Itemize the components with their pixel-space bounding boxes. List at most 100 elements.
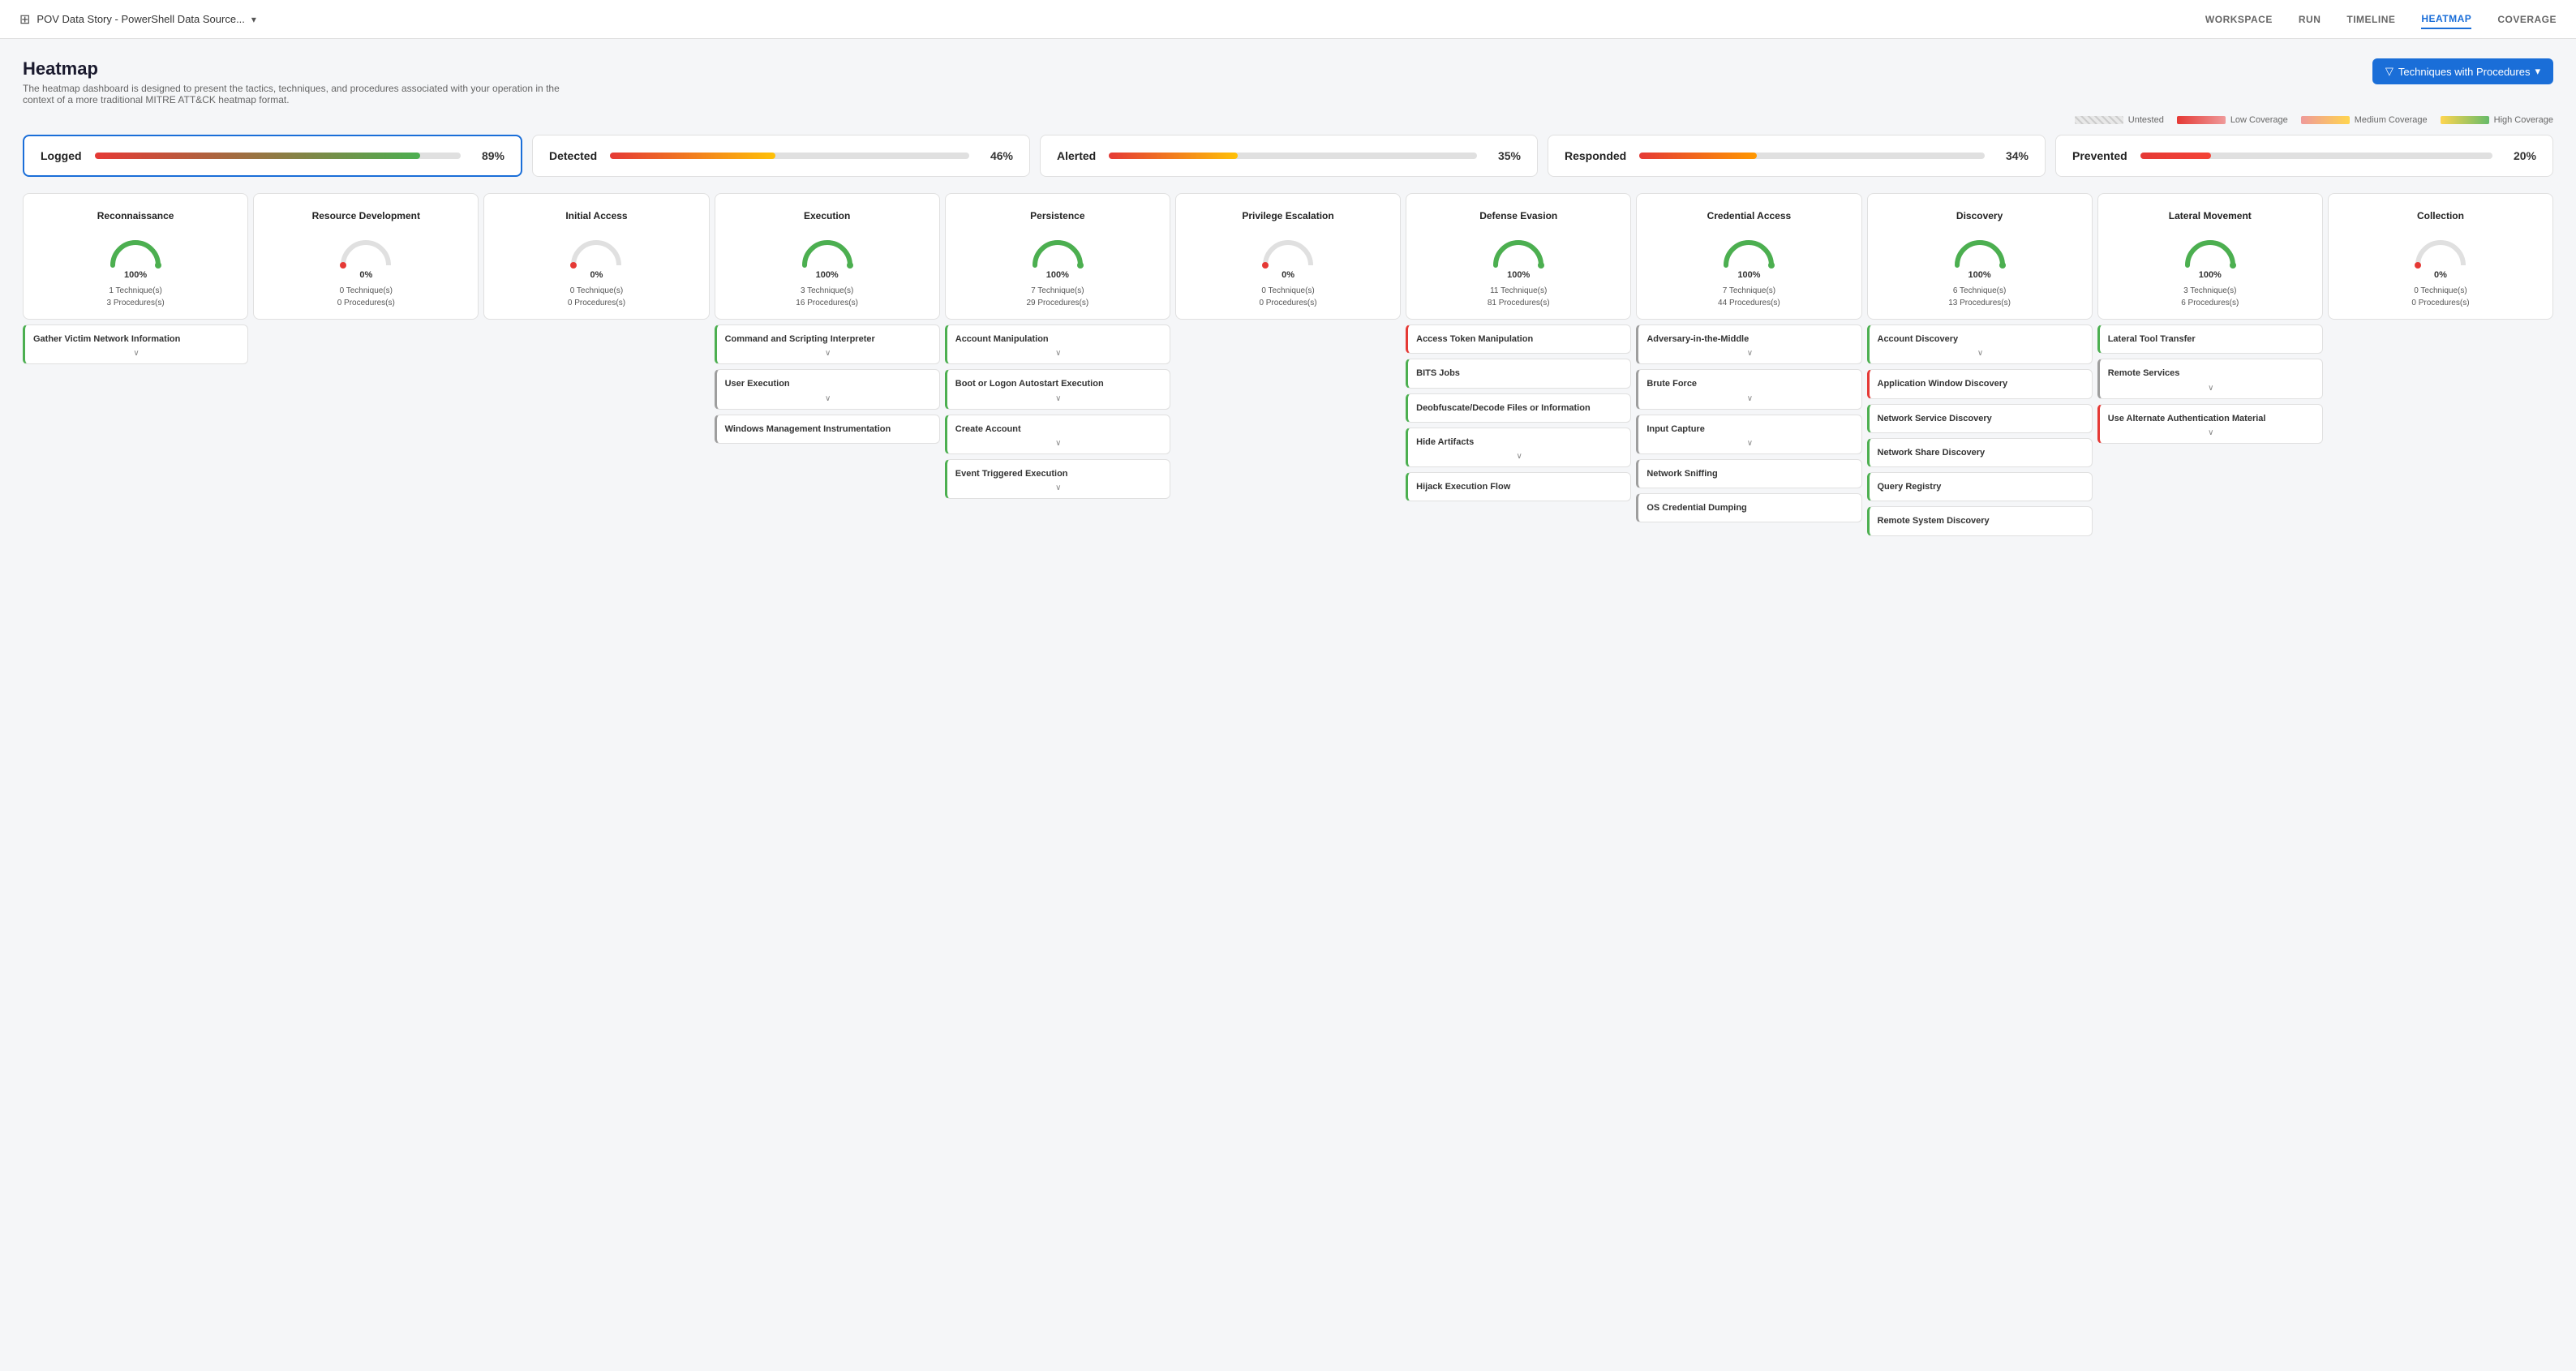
technique-card-4[interactable]: OS Credential Dumping	[1636, 493, 1861, 522]
tactic-col-discovery: Discovery 100% 6 Technique(s) 13 Procedu…	[1867, 193, 2093, 536]
technique-card-name: Lateral Tool Transfer	[2108, 333, 2314, 345]
technique-card-1[interactable]: Boot or Logon Autostart Execution ∨	[945, 369, 1170, 409]
tactic-header-6: Defense Evasion 100% 11 Technique(s) 81 …	[1406, 193, 1631, 320]
technique-chevron-icon[interactable]: ∨	[725, 393, 931, 404]
technique-chevron-icon[interactable]: ∨	[1878, 348, 2084, 359]
coverage-bar-track	[1109, 153, 1477, 159]
gauge-container: 100%	[2108, 238, 2312, 280]
coverage-card-label: Alerted	[1057, 149, 1096, 162]
technique-card-1[interactable]: Application Window Discovery	[1867, 369, 2093, 398]
legend-untested: Untested	[2075, 115, 2164, 125]
legend-low: Low Coverage	[2177, 115, 2288, 125]
tactic-stats: 0 Technique(s) 0 Procedures(s)	[1186, 285, 1390, 309]
gauge-container: 0%	[1186, 238, 1390, 280]
tactic-col-lateral-movement: Lateral Movement 100% 3 Technique(s) 6 P…	[2097, 193, 2323, 536]
coverage-bar-fill	[2140, 153, 2211, 159]
technique-card-4[interactable]: Query Registry	[1867, 472, 2093, 501]
gauge-container: 0%	[2338, 238, 2543, 280]
tactic-name: Persistence	[955, 204, 1160, 230]
technique-card-0[interactable]: Gather Victim Network Information ∨	[23, 324, 248, 364]
technique-chevron-icon[interactable]: ∨	[33, 348, 239, 359]
tactic-stats: 7 Technique(s) 29 Procedures(s)	[955, 285, 1160, 309]
app-title-area[interactable]: ⊞ POV Data Story - PowerShell Data Sourc…	[19, 11, 256, 28]
tactic-stats: 11 Technique(s) 81 Procedures(s)	[1416, 285, 1621, 309]
technique-chevron-icon[interactable]: ∨	[955, 483, 1161, 493]
coverage-card-detected[interactable]: Detected 46%	[532, 135, 1030, 177]
gauge-svg	[107, 238, 164, 269]
gauge-pct: 100%	[2199, 270, 2222, 280]
technique-card-0[interactable]: Account Manipulation ∨	[945, 324, 1170, 364]
technique-chevron-icon[interactable]: ∨	[2108, 383, 2314, 393]
technique-chevron-icon[interactable]: ∨	[955, 348, 1161, 359]
technique-card-1[interactable]: Remote Services ∨	[2097, 359, 2323, 398]
gauge-svg	[1720, 238, 1777, 269]
gauge-pct: 0%	[590, 270, 603, 280]
technique-card-2[interactable]: Create Account ∨	[945, 415, 1170, 454]
technique-card-2[interactable]: Input Capture ∨	[1636, 415, 1861, 454]
gauge-svg	[1490, 238, 1547, 269]
technique-chevron-icon[interactable]: ∨	[1646, 438, 1853, 449]
technique-card-3[interactable]: Network Sniffing	[1636, 459, 1861, 488]
technique-card-4[interactable]: Hijack Execution Flow	[1406, 472, 1631, 501]
procedures-count: 3 Procedures(s)	[33, 297, 238, 309]
technique-card-name: Input Capture	[1646, 423, 1853, 435]
tactic-stats: 3 Technique(s) 6 Procedures(s)	[2108, 285, 2312, 309]
technique-card-0[interactable]: Adversary-in-the-Middle ∨	[1636, 324, 1861, 364]
tactic-name: Collection	[2338, 204, 2543, 230]
technique-card-2[interactable]: Deobfuscate/Decode Files or Information	[1406, 393, 1631, 423]
tactic-name: Discovery	[1878, 204, 2082, 230]
technique-card-name: Boot or Logon Autostart Execution	[955, 378, 1161, 389]
technique-card-3[interactable]: Hide Artifacts ∨	[1406, 428, 1631, 467]
legend-medium-label: Medium Coverage	[2355, 115, 2428, 125]
technique-card-name: Hijack Execution Flow	[1416, 481, 1622, 492]
page-header: Heatmap The heatmap dashboard is designe…	[23, 58, 2553, 105]
technique-card-name: Remote System Discovery	[1878, 515, 2084, 526]
technique-chevron-icon[interactable]: ∨	[1646, 348, 1853, 359]
tactic-name: Initial Access	[494, 204, 698, 230]
nav-link-timeline[interactable]: TIMELINE	[2346, 11, 2395, 28]
technique-card-0[interactable]: Lateral Tool Transfer	[2097, 324, 2323, 354]
grid-icon: ⊞	[19, 11, 30, 28]
technique-chevron-icon[interactable]: ∨	[1646, 393, 1853, 404]
coverage-bar-container	[610, 153, 969, 159]
coverage-cards-row: Logged 89% Detected 46% Alerted 35% Resp…	[23, 135, 2553, 177]
technique-card-3[interactable]: Network Share Discovery	[1867, 438, 2093, 467]
coverage-card-label: Logged	[41, 149, 82, 162]
technique-chevron-icon[interactable]: ∨	[955, 393, 1161, 404]
technique-card-name: Access Token Manipulation	[1416, 333, 1622, 345]
coverage-card-logged[interactable]: Logged 89%	[23, 135, 522, 177]
technique-card-1[interactable]: Brute Force ∨	[1636, 369, 1861, 409]
technique-card-1[interactable]: BITS Jobs	[1406, 359, 1631, 388]
coverage-card-responded[interactable]: Responded 34%	[1548, 135, 2046, 177]
technique-card-0[interactable]: Access Token Manipulation	[1406, 324, 1631, 354]
technique-card-2[interactable]: Use Alternate Authentication Material ∨	[2097, 404, 2323, 444]
technique-card-0[interactable]: Command and Scripting Interpreter ∨	[715, 324, 940, 364]
top-nav: ⊞ POV Data Story - PowerShell Data Sourc…	[0, 0, 2576, 39]
technique-chevron-icon[interactable]: ∨	[1416, 451, 1622, 462]
technique-card-5[interactable]: Remote System Discovery	[1867, 506, 2093, 535]
technique-card-1[interactable]: User Execution ∨	[715, 369, 940, 409]
tactic-name: Privilege Escalation	[1186, 204, 1390, 230]
technique-card-name: Application Window Discovery	[1878, 378, 2084, 389]
technique-chevron-icon[interactable]: ∨	[725, 348, 931, 359]
procedures-count: 0 Procedures(s)	[2338, 297, 2543, 309]
nav-link-run[interactable]: RUN	[2299, 11, 2321, 28]
technique-card-2[interactable]: Windows Management Instrumentation	[715, 415, 940, 444]
tactic-stats: 6 Technique(s) 13 Procedures(s)	[1878, 285, 2082, 309]
coverage-card-prevented[interactable]: Prevented 20%	[2055, 135, 2553, 177]
technique-chevron-icon[interactable]: ∨	[2108, 428, 2314, 438]
nav-link-workspace[interactable]: WORKSPACE	[2205, 11, 2273, 28]
gauge-svg	[568, 238, 625, 269]
coverage-card-alerted[interactable]: Alerted 35%	[1040, 135, 1538, 177]
techniques-count: 3 Technique(s)	[2108, 285, 2312, 297]
nav-link-heatmap[interactable]: HEATMAP	[2421, 10, 2471, 29]
technique-chevron-icon[interactable]: ∨	[955, 438, 1161, 449]
nav-link-coverage[interactable]: COVERAGE	[2497, 11, 2557, 28]
legend-bar-low	[2177, 116, 2226, 124]
gauge-svg	[1951, 238, 2008, 269]
technique-card-0[interactable]: Account Discovery ∨	[1867, 324, 2093, 364]
tactic-col-execution: Execution 100% 3 Technique(s) 16 Procedu…	[715, 193, 940, 536]
filter-button[interactable]: ▽ Techniques with Procedures ▾	[2372, 58, 2553, 84]
technique-card-2[interactable]: Network Service Discovery	[1867, 404, 2093, 433]
technique-card-3[interactable]: Event Triggered Execution ∨	[945, 459, 1170, 499]
